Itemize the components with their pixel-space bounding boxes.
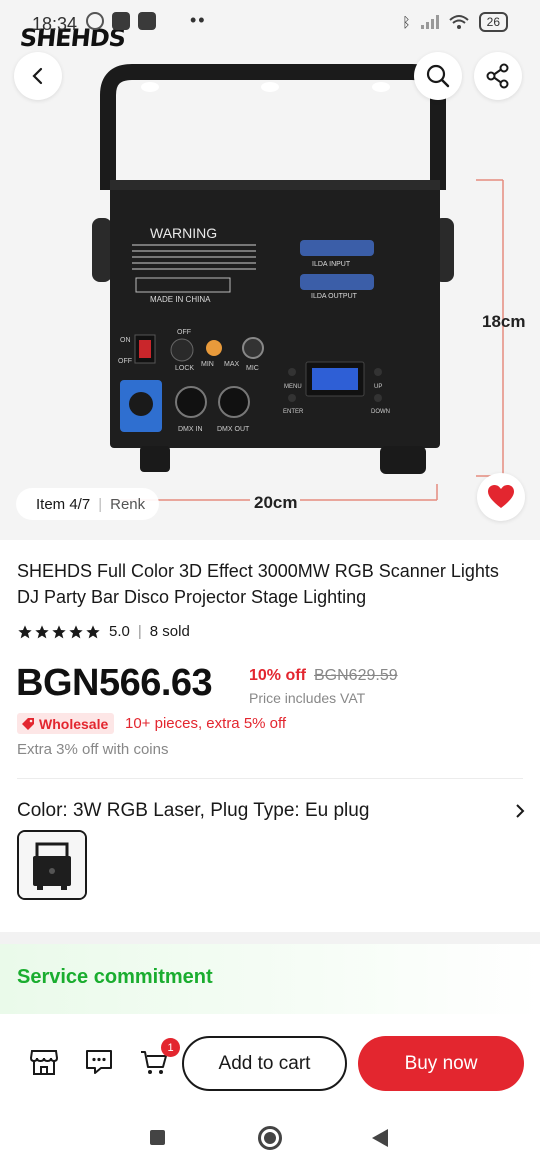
photo-max-text: MAX [224,361,240,368]
coins-offer: Extra 3% off with coins [17,741,169,758]
cart-count-badge: 1 [161,1038,180,1057]
add-to-cart-button[interactable]: Add to cart [182,1036,347,1091]
battery-indicator: 26 [478,12,508,32]
product-title: SHEHDS Full Color 3D Effect 3000MW RGB S… [17,561,499,607]
photo-menu-text: MENU [284,384,302,390]
photo-dmx-in-text: DMX IN [178,426,203,433]
back-button[interactable] [14,52,62,100]
photo-enter-text: ENTER [283,409,304,415]
variant-label: Color: 3W RGB Laser, Plug Type: Eu plug [17,800,370,821]
chat-icon [86,1050,112,1074]
status-time: 18:34 [32,14,78,34]
photo-off-text: OFF [118,358,132,365]
wishlist-button[interactable] [477,473,525,521]
app-notification-icon [138,12,156,30]
app-notification-icon [112,12,130,30]
photo-warning-text: WARNING [150,225,217,241]
buy-now-button[interactable]: Buy now [358,1036,524,1091]
star-icon [18,624,32,638]
wifi-icon [448,15,469,29]
status-bar: 18:34 •• ᛒ 26 [0,0,540,44]
star-icon [52,624,66,638]
pill-divider: | [98,495,103,513]
store-icon [29,1050,59,1075]
tag-icon [22,717,34,730]
photo-mic-text: MIC [246,365,259,372]
gallery-counter-pill[interactable]: Item 4/7 | Renk [16,488,160,520]
photo-made-in-text: MADE IN CHINA [150,295,211,304]
share-button[interactable] [474,52,522,100]
photo-min-text: MIN [201,361,214,368]
photo-on-text: ON [120,337,131,344]
rating-divider: | [137,623,142,640]
notification-icons [86,12,182,30]
bluetooth-icon: ᛒ [402,14,411,30]
photo-ilda-input-text: ILDA INPUT [312,261,351,268]
variant-selector[interactable]: Color: 3W RGB Laser, Plug Type: Eu plug [17,800,527,822]
original-price: BGN629.59 [314,667,398,684]
dimension-width-label: 20cm [254,493,298,512]
home-button[interactable] [258,1126,282,1150]
alarm-icon [86,12,104,30]
chat-button[interactable] [81,1044,117,1080]
photo-ilda-output-text: ILDA OUTPUT [311,293,358,300]
item-counter: Item 4/7 [36,495,91,513]
status-right: ᛒ 26 [402,12,508,32]
photo-up-text: UP [374,384,382,390]
variant-thumbnail[interactable] [17,830,87,900]
star-icon [35,624,49,638]
search-icon [426,64,450,88]
discount-label: 10% off [249,667,306,684]
variant-thumbnail-image [19,832,85,898]
chevron-left-icon [32,67,43,85]
product-gallery[interactable]: WARNING MADE IN CHINA ILDA INPUT ILDA OU… [0,0,540,540]
system-back-button[interactable] [372,1129,388,1147]
rating-row[interactable]: 5.0 | 8 sold [17,623,190,640]
dimension-height-label: 18cm [482,312,526,331]
vat-note: Price includes VAT [249,690,366,706]
ranking-label: Renk [110,495,146,513]
rating-value: 5.0 [109,623,130,640]
sold-count: 8 sold [149,623,190,640]
more-notifications-icon: •• [190,10,207,30]
section-separator [0,932,540,944]
wholesale-badge: Wholesale [17,713,115,734]
chevron-right-icon [516,804,525,818]
current-price: BGN566.63 [16,662,213,704]
photo-knob-off-text: OFF [177,329,191,336]
signal-icon [420,15,439,29]
layers-icon [164,12,182,30]
service-commitment-title: Service commitment [17,966,213,988]
share-icon [486,63,509,89]
wholesale-badge-label: Wholesale [39,715,109,732]
divider [17,778,523,779]
product-page: WARNING MADE IN CHINA ILDA INPUT ILDA OU… [0,0,540,1170]
search-button[interactable] [414,52,462,100]
heart-icon [488,485,514,508]
recents-button[interactable] [150,1130,165,1145]
star-icon [69,624,83,638]
star-rating [17,624,101,640]
photo-down-text: DOWN [371,409,390,415]
wholesale-offer: 10+ pieces, extra 5% off [125,715,287,732]
store-button[interactable] [26,1044,62,1080]
photo-dmx-out-text: DMX OUT [217,426,250,433]
star-icon [86,624,100,638]
photo-lock-text: LOCK [175,365,194,372]
